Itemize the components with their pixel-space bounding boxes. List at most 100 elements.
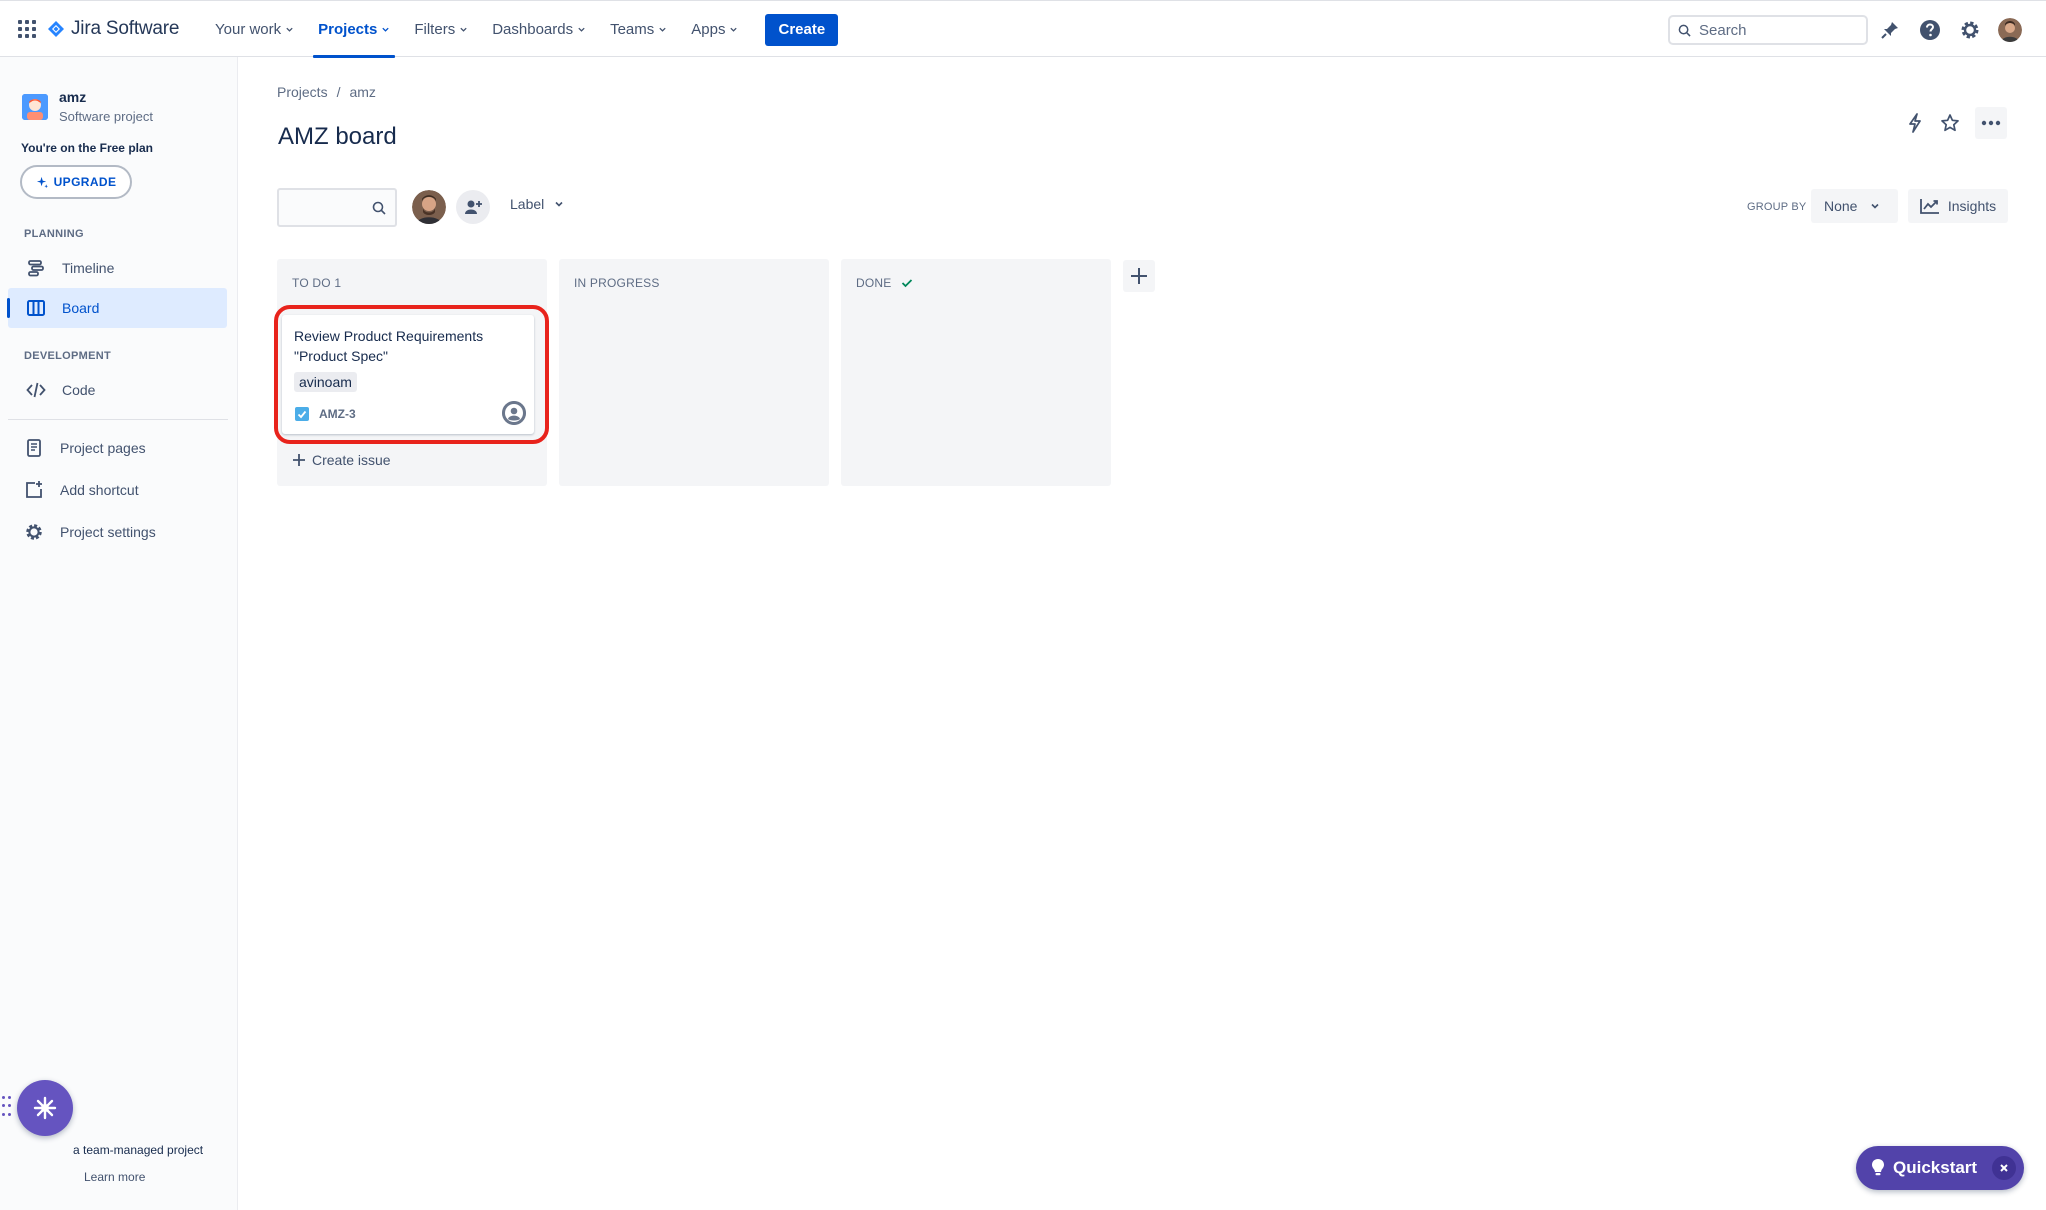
column-title-wrap: DONE: [856, 276, 913, 290]
search-icon: [1678, 24, 1691, 37]
apps-grid-icon[interactable]: [18, 20, 36, 38]
breadcrumb-projects[interactable]: Projects: [277, 84, 328, 100]
issue-key[interactable]: AMZ-3: [319, 407, 356, 421]
chevron-down-icon: [730, 27, 738, 32]
project-sidebar: amz Software project You're on the Free …: [0, 57, 238, 1210]
sparkle-icon: [36, 176, 48, 188]
nav-your-work[interactable]: Your work: [208, 1, 301, 58]
sidebar-item-timeline[interactable]: Timeline: [8, 248, 227, 288]
plus-icon: [293, 454, 305, 466]
sidebar-item-code[interactable]: Code: [8, 370, 227, 410]
quickstart-label: Quickstart: [1893, 1158, 1978, 1177]
sidebar-item-project-pages[interactable]: Project pages: [8, 428, 227, 468]
upgrade-label: UPGRADE: [53, 175, 117, 189]
nav-filters-label: Filters: [414, 21, 456, 38]
project-avatar: [22, 94, 48, 120]
profile-avatar[interactable]: [1998, 18, 2022, 42]
issue-card[interactable]: Review Product Requirements "Product Spe…: [282, 315, 534, 434]
insights-button[interactable]: Insights: [1908, 189, 2008, 223]
sidebar-item-label: Project pages: [60, 440, 146, 456]
nav-dashboards[interactable]: Dashboards: [485, 1, 593, 58]
sidebar-item-project-settings[interactable]: Project settings: [8, 512, 227, 552]
star-button[interactable]: [1934, 107, 1966, 139]
search-input[interactable]: Search: [1668, 15, 1868, 45]
nav-filters[interactable]: Filters: [407, 1, 475, 58]
chevron-down-icon: [578, 27, 585, 32]
board-search-input[interactable]: [277, 188, 397, 227]
page-title: AMZ board: [278, 123, 397, 150]
column-title: TO DO 1: [292, 276, 342, 290]
breadcrumb-amz[interactable]: amz: [349, 84, 375, 100]
timeline-icon: [24, 256, 48, 280]
add-shortcut-icon: [22, 478, 46, 502]
nav-projects-label: Projects: [318, 21, 378, 38]
unassigned-avatar-icon[interactable]: [502, 401, 526, 425]
jira-logo[interactable]: Jira Software: [48, 17, 179, 41]
lightning-icon: [1909, 113, 1921, 133]
column-title: DONE: [856, 276, 892, 290]
more-icon: [1981, 120, 2001, 126]
team-managed-notice: a team-managed project: [73, 1143, 204, 1157]
chevron-down-icon: [555, 201, 563, 207]
create-button[interactable]: Create: [765, 13, 839, 46]
add-people-button[interactable]: [456, 190, 490, 224]
create-issue-button[interactable]: Create issue: [292, 452, 391, 468]
development-section-title: DEVELOPMENT: [24, 350, 112, 362]
primary-nav: Your work Projects Filters Dashboards Te…: [208, 1, 839, 58]
notifications-icon[interactable]: [1878, 18, 1902, 42]
sidebar-item-label: Timeline: [62, 260, 115, 276]
nav-dashboards-label: Dashboards: [492, 21, 574, 38]
group-by-select[interactable]: None: [1811, 189, 1898, 223]
task-type-icon: [295, 407, 309, 421]
jira-diamond-icon: [48, 21, 64, 37]
automation-button[interactable]: [1899, 107, 1931, 139]
add-column-button[interactable]: [1123, 260, 1155, 292]
group-by-value: None: [1824, 198, 1858, 214]
nav-projects[interactable]: Projects: [311, 1, 397, 58]
settings-icon[interactable]: [1958, 18, 1982, 42]
project-name[interactable]: amz: [59, 89, 86, 105]
sidebar-divider: [8, 419, 228, 420]
nav-apps[interactable]: Apps: [684, 1, 745, 58]
quickstart-button[interactable]: Quickstart: [1856, 1146, 2024, 1190]
sidebar-item-label: Project settings: [60, 524, 156, 540]
more-actions-button[interactable]: [1975, 107, 2007, 139]
drag-handle-icon[interactable]: [2, 1096, 12, 1118]
breadcrumb: Projects / amz: [277, 84, 376, 100]
assistant-button[interactable]: [17, 1080, 73, 1136]
nav-teams[interactable]: Teams: [603, 1, 674, 58]
top-navigation: Jira Software Your work Projects Filters…: [0, 0, 2046, 58]
upgrade-button[interactable]: UPGRADE: [20, 165, 132, 199]
insights-label: Insights: [1947, 198, 1997, 214]
planning-section-title: PLANNING: [24, 228, 84, 240]
issue-label-tag: avinoam: [294, 372, 357, 392]
column-title: IN PROGRESS: [574, 276, 660, 290]
issue-card-title: Review Product Requirements "Product Spe…: [294, 328, 484, 364]
breadcrumb-separator: /: [336, 84, 341, 100]
board-column-in-progress: IN PROGRESS: [559, 259, 829, 486]
sidebar-item-label: Code: [62, 382, 96, 398]
sidebar-item-board[interactable]: Board: [7, 288, 227, 328]
create-issue-label: Create issue: [312, 452, 391, 468]
settings-icon: [22, 520, 46, 544]
search-icon: [372, 201, 386, 215]
lightbulb-icon: [1872, 1159, 1884, 1176]
label-filter-dropdown[interactable]: Label: [510, 196, 564, 212]
learn-more-link[interactable]: Learn more: [84, 1170, 145, 1184]
close-icon[interactable]: [1992, 1156, 2016, 1180]
sidebar-item-add-shortcut[interactable]: Add shortcut: [8, 470, 227, 510]
nav-your-work-label: Your work: [215, 21, 282, 38]
done-check-icon: [902, 279, 913, 288]
sidebar-item-label: Add shortcut: [60, 482, 139, 498]
code-icon: [24, 378, 48, 402]
chevron-down-icon: [659, 27, 666, 32]
chevron-down-icon: [1871, 203, 1880, 209]
help-icon[interactable]: [1918, 18, 1942, 42]
sidebar-item-label: Board: [62, 300, 100, 316]
group-by-label: GROUP BY: [1747, 201, 1807, 213]
search-placeholder: Search: [1699, 21, 1747, 39]
nav-teams-label: Teams: [610, 21, 655, 38]
user-filter-avatar[interactable]: [412, 190, 446, 224]
board-icon: [24, 296, 48, 320]
chevron-down-icon: [286, 27, 293, 32]
